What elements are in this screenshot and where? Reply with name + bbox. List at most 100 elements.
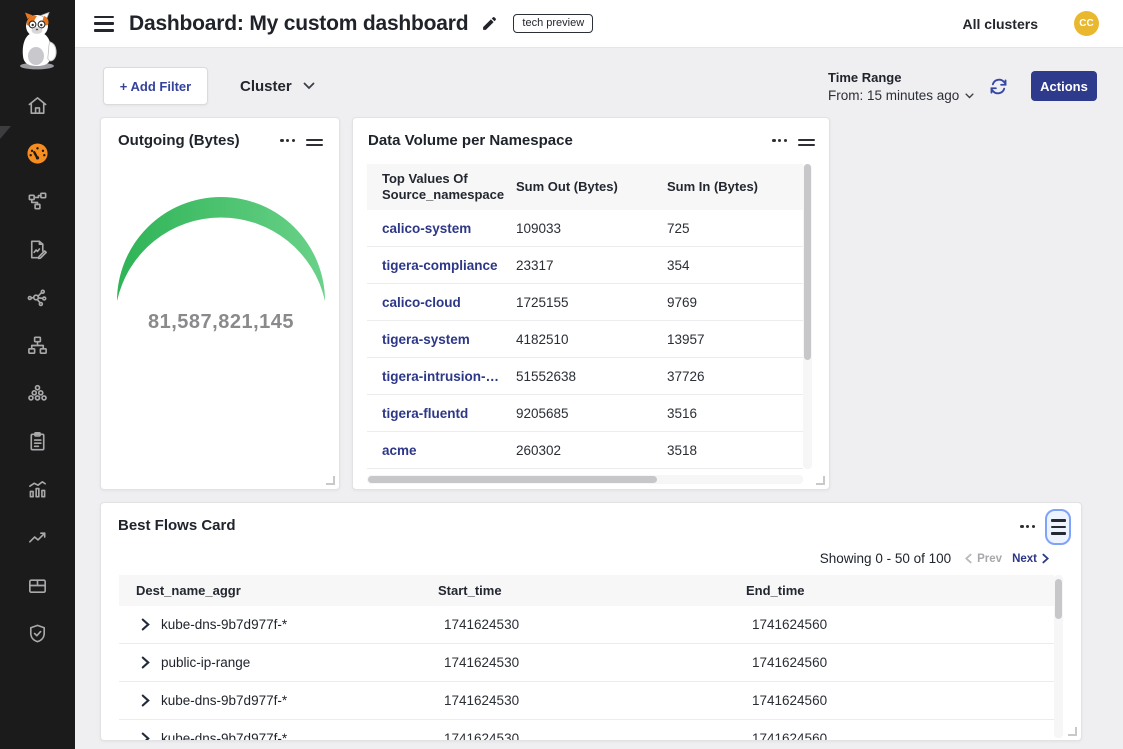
sidebar-item-policies[interactable] [0,225,75,273]
dest-name: kube-dns-9b7d977f-* [161,731,287,741]
pagination: Showing 0 - 50 of 100 Prev Next [820,551,1049,566]
add-filter-button[interactable]: + Add Filter [103,67,208,105]
time-range: Time Range From: 15 minutes ago [828,70,974,103]
sidebar-item-home[interactable] [0,81,75,129]
card-menu-icon[interactable] [772,139,787,142]
vertical-scrollbar[interactable] [803,164,812,469]
prev-page-button[interactable]: Prev [965,553,1002,565]
data-volume-card: Data Volume per Namespace Top Values Of … [352,117,830,490]
avatar[interactable]: CC [1074,11,1099,36]
sidebar-item-image-assurance[interactable] [0,561,75,609]
sidebar-item-networks[interactable] [0,321,75,369]
start-time: 1741624530 [421,693,729,708]
horizontal-scrollbar[interactable] [367,475,803,484]
dest-name: kube-dns-9b7d977f-* [161,693,287,708]
end-time: 1741624560 [729,617,1054,632]
table-row: acme 260302 3518 [367,432,803,469]
sum-in-value: 37726 [652,369,803,384]
end-time: 1741624560 [729,731,1054,741]
dest-name: public-ip-range [161,655,250,670]
card-menu-icon[interactable] [280,139,295,142]
page-title: Dashboard: My custom dashboard [129,12,468,36]
service-graph-icon [26,190,49,213]
chevron-down-icon [303,82,315,90]
table-row: kube-dns-9b7d977f-* 1741624530 174162456… [119,606,1054,644]
end-time: 1741624560 [729,655,1054,670]
card-drag-handle-icon[interactable] [798,136,815,149]
expand-row-icon[interactable] [141,694,150,707]
column-header: Top Values Of Source_namespace [367,171,501,204]
chevron-down-icon [965,93,974,99]
sidebar-item-service-graph[interactable] [0,177,75,225]
home-icon [26,94,49,117]
sidebar-item-activity[interactable] [0,513,75,561]
best-flows-card: Best Flows Card Showing 0 - 50 of 100 Pr… [100,502,1082,741]
card-drag-handle-icon[interactable] [306,136,323,149]
menu-toggle-icon[interactable] [94,16,114,32]
namespace-link[interactable]: tigera-fluentd [367,406,501,421]
sidebar-item-endpoints[interactable] [0,369,75,417]
column-header: Start_time [421,583,729,598]
next-page-button[interactable]: Next [1012,553,1049,565]
sum-in-value: 3518 [652,443,803,458]
sum-out-value: 9205685 [501,406,652,421]
sidebar-item-dashboards[interactable] [0,129,75,177]
sum-in-value: 9769 [652,295,803,310]
column-header: End_time [729,583,1054,598]
expand-row-icon[interactable] [141,656,150,669]
policy-edit-icon [26,238,49,261]
sidebar [0,0,75,749]
tech-preview-badge: tech preview [513,14,593,33]
sum-out-value: 109033 [501,221,652,236]
clipboard-icon [26,430,49,453]
gauge-arc [116,180,326,308]
resize-handle-icon[interactable] [1068,727,1077,736]
table-row: public-ip-range 1741624530 1741624560 [119,644,1054,682]
edit-dashboard-icon[interactable] [481,15,498,32]
actions-button[interactable]: Actions [1031,71,1097,101]
chart-stats-icon [26,478,49,501]
expand-row-icon[interactable] [141,732,150,741]
calico-cat-logo[interactable] [14,12,61,70]
vertical-scrollbar[interactable] [1054,575,1063,738]
start-time: 1741624530 [421,617,729,632]
package-icon [26,574,49,597]
resize-handle-icon[interactable] [816,476,825,485]
sidebar-item-threat-defense[interactable] [0,609,75,657]
cluster-selector[interactable]: All clusters [963,16,1038,32]
table-row: tigera-system 4182510 13957 [367,321,803,358]
resize-handle-icon[interactable] [326,476,335,485]
card-menu-icon[interactable] [1020,525,1035,528]
namespace-link[interactable]: tigera-compliance [367,258,501,273]
namespace-link[interactable]: acme [367,443,501,458]
column-header: Sum Out (Bytes) [501,179,652,195]
namespace-link[interactable]: tigera-intrusion-d… [367,369,501,384]
refresh-icon[interactable] [988,76,1009,97]
card-drag-handle-icon[interactable] [1045,509,1071,545]
chevron-right-icon [1042,553,1049,564]
shield-check-icon [26,622,49,645]
chevron-left-icon [965,553,972,564]
top-header: Dashboard: My custom dashboard tech prev… [75,0,1123,48]
sidebar-item-compliance[interactable] [0,417,75,465]
cluster-filter-dropdown[interactable]: Cluster [240,67,315,105]
sum-in-value: 354 [652,258,803,273]
column-header: Dest_name_aggr [119,583,421,598]
table-row: kube-dns-9b7d977f-* 1741624530 174162456… [119,720,1054,741]
table-row: tigera-compliance 23317 354 [367,247,803,284]
table-row: kube-dns-9b7d977f-* 1741624530 174162456… [119,682,1054,720]
table-row: tigera-intrusion-d… 51552638 37726 [367,358,803,395]
sidebar-item-timeline[interactable] [0,465,75,513]
namespace-link[interactable]: calico-cloud [367,295,501,310]
expand-row-icon[interactable] [141,618,150,631]
time-range-value[interactable]: From: 15 minutes ago [828,88,974,103]
trend-arrow-icon [26,526,49,549]
card-title: Best Flows Card [118,517,236,534]
namespace-link[interactable]: calico-system [367,221,501,236]
card-title: Outgoing (Bytes) [118,132,240,149]
column-header: Sum In (Bytes) [652,179,803,195]
dashboard-gauge-icon [26,142,49,165]
sidebar-item-flow-viz[interactable] [0,273,75,321]
table-header-row: Dest_name_aggr Start_time End_time [119,575,1054,606]
namespace-link[interactable]: tigera-system [367,332,501,347]
